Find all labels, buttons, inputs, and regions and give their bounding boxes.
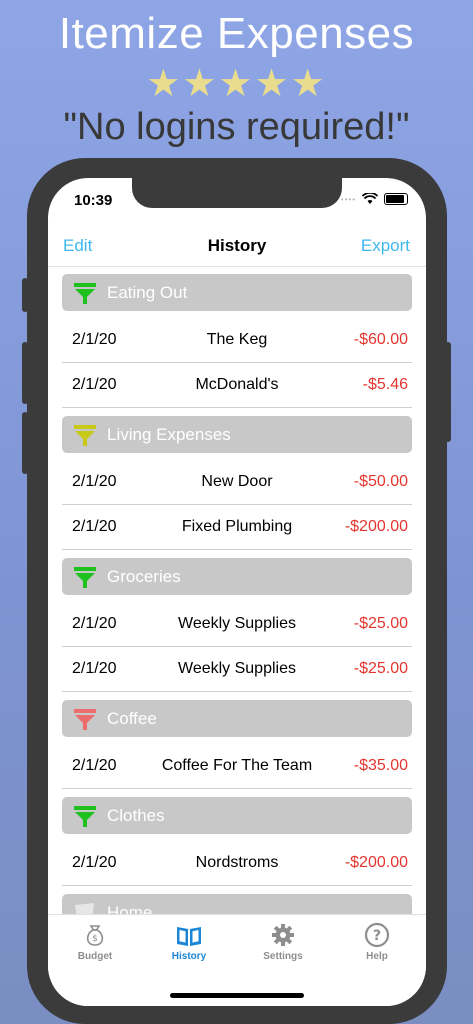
category-header[interactable]: Living Expenses — [62, 416, 412, 453]
navigation-bar: Edit History Export — [48, 230, 426, 267]
promo-quote: "No logins required!" — [63, 106, 410, 148]
transaction-amount: -$25.00 — [353, 615, 408, 632]
notch — [132, 178, 342, 208]
transaction-amount: -$50.00 — [353, 473, 408, 490]
svg-text:?: ? — [373, 928, 381, 944]
status-time: 10:39 — [74, 192, 113, 209]
transaction-row[interactable]: 2/1/20 Nordstroms -$200.00 — [62, 841, 412, 886]
transaction-row[interactable]: 2/1/20 Fixed Plumbing -$200.00 — [62, 505, 412, 550]
funnel-icon — [74, 805, 96, 827]
battery-icon — [384, 193, 408, 205]
transaction-row[interactable]: 2/1/20 Coffee For The Team -$35.00 — [62, 744, 412, 789]
funnel-icon — [74, 424, 96, 446]
category-label: Clothes — [107, 805, 165, 825]
gear-icon — [272, 924, 294, 946]
wifi-icon — [362, 193, 378, 204]
transaction-row[interactable]: 2/1/20 McDonald's -$5.46 — [62, 363, 412, 408]
category-label: Eating Out — [107, 282, 188, 302]
tab-bar: $ Budget History Settings ? Help — [48, 914, 426, 1006]
signal-icon: •••• — [340, 194, 356, 204]
money-bag-icon: $ — [86, 925, 104, 946]
tab-settings[interactable]: Settings — [236, 921, 330, 962]
tab-settings-label: Settings — [263, 951, 303, 962]
funnel-icon — [74, 566, 96, 588]
category-header[interactable]: Eating Out — [62, 274, 412, 311]
transaction-row[interactable]: 2/1/20 Weekly Supplies -$25.00 — [62, 647, 412, 692]
phone-silent-switch — [22, 278, 28, 312]
help-circle-icon: ? — [364, 922, 390, 948]
transaction-description: McDonald's — [195, 376, 279, 393]
svg-text:$: $ — [92, 934, 98, 944]
category-label: Groceries — [107, 566, 181, 586]
category-header[interactable]: Clothes — [62, 797, 412, 834]
transaction-list[interactable]: Eating Out 2/1/20 The Keg -$60.00 2/1/20 McDo… — [62, 274, 412, 959]
funnel-icon — [74, 282, 96, 304]
tab-history[interactable]: History — [142, 921, 236, 962]
status-icons: •••• — [341, 193, 408, 205]
tab-budget-label: Budget — [77, 951, 113, 962]
transaction-row[interactable]: 2/1/20 Weekly Supplies -$25.00 — [62, 602, 412, 647]
promo-title: Itemize Expenses — [58, 9, 415, 58]
funnel-icon — [74, 708, 96, 730]
transaction-amount: -$200.00 — [344, 854, 408, 871]
category-label: Coffee — [107, 708, 157, 728]
phone-power-button — [445, 342, 451, 442]
category-label: Living Expenses — [107, 424, 231, 444]
phone-volume-down — [22, 412, 28, 474]
rating-stars: ★★★★★ — [146, 63, 327, 105]
transaction-amount: -$5.46 — [362, 376, 408, 393]
export-button[interactable]: Export — [361, 236, 410, 256]
tab-help[interactable]: ? Help — [330, 921, 424, 962]
category-header[interactable]: Groceries — [62, 558, 412, 595]
transaction-amount: -$25.00 — [353, 660, 408, 677]
open-book-icon — [177, 927, 201, 946]
phone-volume-up — [22, 342, 28, 404]
home-indicator — [170, 993, 304, 998]
tab-budget[interactable]: $ Budget — [48, 921, 142, 962]
transaction-amount: -$35.00 — [353, 757, 408, 774]
transaction-amount: -$60.00 — [353, 331, 408, 348]
tab-history-label: History — [171, 951, 207, 962]
transaction-amount: -$200.00 — [344, 518, 408, 535]
category-header[interactable]: Coffee — [62, 700, 412, 737]
phone-screen: 10:39 •••• Edit History Export Eating Ou… — [48, 178, 426, 1006]
transaction-row[interactable]: 2/1/20 The Keg -$60.00 — [62, 318, 412, 363]
tab-help-label: Help — [366, 951, 388, 962]
transaction-row[interactable]: 2/1/20 New Door -$50.00 — [62, 460, 412, 505]
